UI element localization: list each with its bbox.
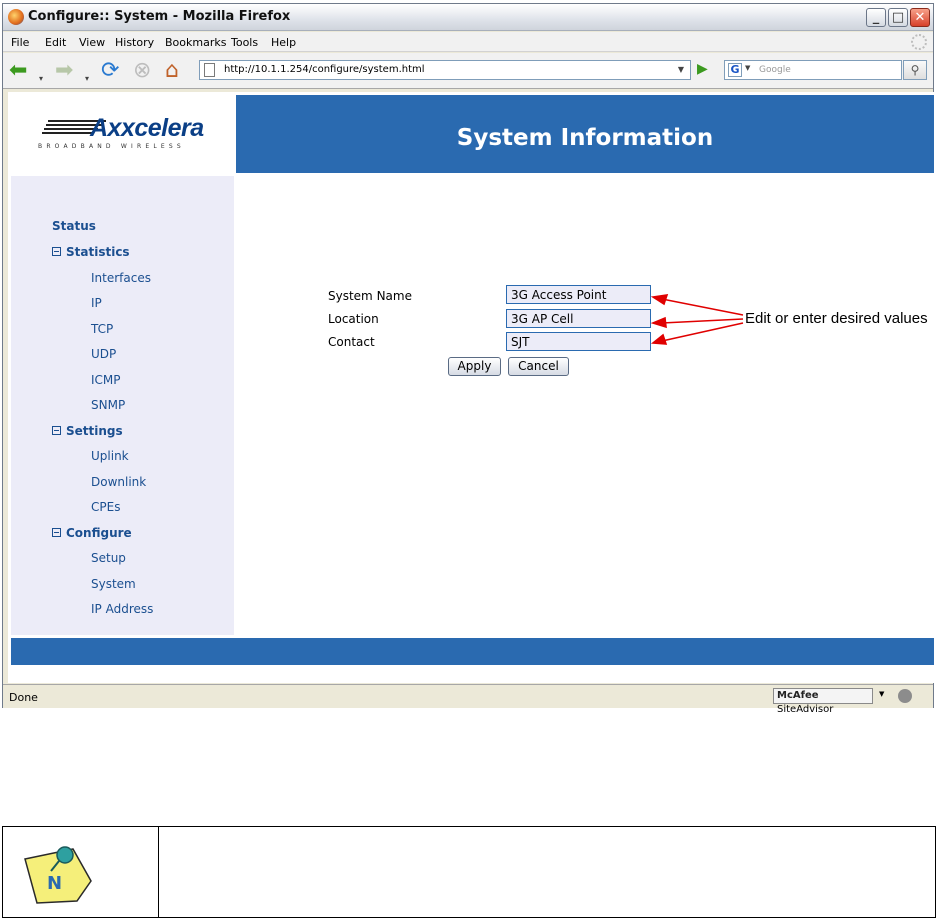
note-divider <box>158 827 159 917</box>
menu-history[interactable]: History <box>115 36 154 49</box>
stop-icon[interactable]: ⊗ <box>133 59 151 83</box>
close-icon: ✕ <box>914 10 926 25</box>
menu-view[interactable]: View <box>79 36 105 49</box>
reload-icon[interactable]: ⟳ <box>101 59 119 83</box>
google-engine-icon[interactable]: G <box>728 63 742 77</box>
firefox-logo-icon <box>8 9 24 25</box>
menu-edit[interactable]: Edit <box>45 36 66 49</box>
page-footer-bar <box>11 638 934 665</box>
minimize-icon: _ <box>872 10 880 25</box>
arrow-to-system-name <box>661 298 744 316</box>
address-bar-url[interactable]: http://10.1.1.254/configure/system.html <box>224 64 425 75</box>
back-icon[interactable]: ⬅ <box>9 59 27 83</box>
arrow-head-contact-icon <box>650 333 668 345</box>
activity-throbber-icon <box>911 34 927 50</box>
menu-file[interactable]: File <box>11 36 29 49</box>
siteadvisor-dropdown-icon[interactable]: ▼ <box>879 690 884 698</box>
search-icon: ⚲ <box>910 63 920 77</box>
window-title: Configure:: System - Mozilla Firefox <box>28 9 291 24</box>
note-box: N <box>2 826 936 918</box>
arrow-to-contact <box>661 322 744 342</box>
menu-bar: File Edit View History Bookmarks Tools H… <box>3 32 933 52</box>
arrow-head-system-name-icon <box>650 294 669 306</box>
addon-name: SiteAdvisor <box>777 704 834 715</box>
status-bar: Done McAfee SiteAdvisor ▼ <box>3 684 933 715</box>
menu-bookmarks[interactable]: Bookmarks <box>165 36 226 49</box>
search-box[interactable]: G ▼ Google <box>724 60 902 80</box>
minimize-button[interactable]: _ <box>866 8 886 27</box>
siteadvisor-button[interactable]: McAfee SiteAdvisor <box>773 688 873 715</box>
title-bar: Configure:: System - Mozilla Firefox _ □… <box>3 4 933 31</box>
forward-icon[interactable]: ➡ <box>55 59 73 83</box>
menu-tools[interactable]: Tools <box>231 36 258 49</box>
menu-help[interactable]: Help <box>271 36 296 49</box>
home-icon[interactable]: ⌂ <box>165 59 179 83</box>
close-button[interactable]: ✕ <box>910 8 930 27</box>
page-content: Axxcelera BROADBAND WIRELESS System Info… <box>8 92 934 683</box>
go-icon[interactable]: ▶ <box>697 61 708 77</box>
annotation-arrows <box>650 294 744 345</box>
svg-text:N: N <box>47 873 62 894</box>
address-dropdown-icon[interactable]: ▼ <box>674 63 688 77</box>
address-bar[interactable]: http://10.1.1.254/configure/system.html … <box>199 60 691 80</box>
note-pin-icon: N <box>24 846 92 904</box>
page-icon <box>204 63 215 77</box>
arrow-to-location <box>661 318 744 324</box>
addon-brand: McAfee <box>777 690 819 701</box>
addon-status-icon[interactable] <box>898 689 912 703</box>
back-history-dropdown-icon[interactable]: ▾ <box>39 67 43 91</box>
arrow-head-location-icon <box>650 316 667 329</box>
status-text: Done <box>9 691 38 704</box>
maximize-icon: □ <box>891 10 905 25</box>
browser-window: Configure:: System - Mozilla Firefox _ □… <box>2 3 934 715</box>
search-engine-dropdown-icon[interactable]: ▼ <box>745 64 750 72</box>
navigation-toolbar: ⬅ ▾ ➡ ▾ ⟳ ⊗ ⌂ http://10.1.1.254/configur… <box>3 53 933 89</box>
search-button[interactable]: ⚲ <box>903 60 927 80</box>
annotation-text: Edit or enter desired values <box>745 310 928 327</box>
search-placeholder[interactable]: Google <box>759 65 791 75</box>
forward-history-dropdown-icon[interactable]: ▾ <box>85 67 89 91</box>
maximize-button[interactable]: □ <box>888 8 908 27</box>
